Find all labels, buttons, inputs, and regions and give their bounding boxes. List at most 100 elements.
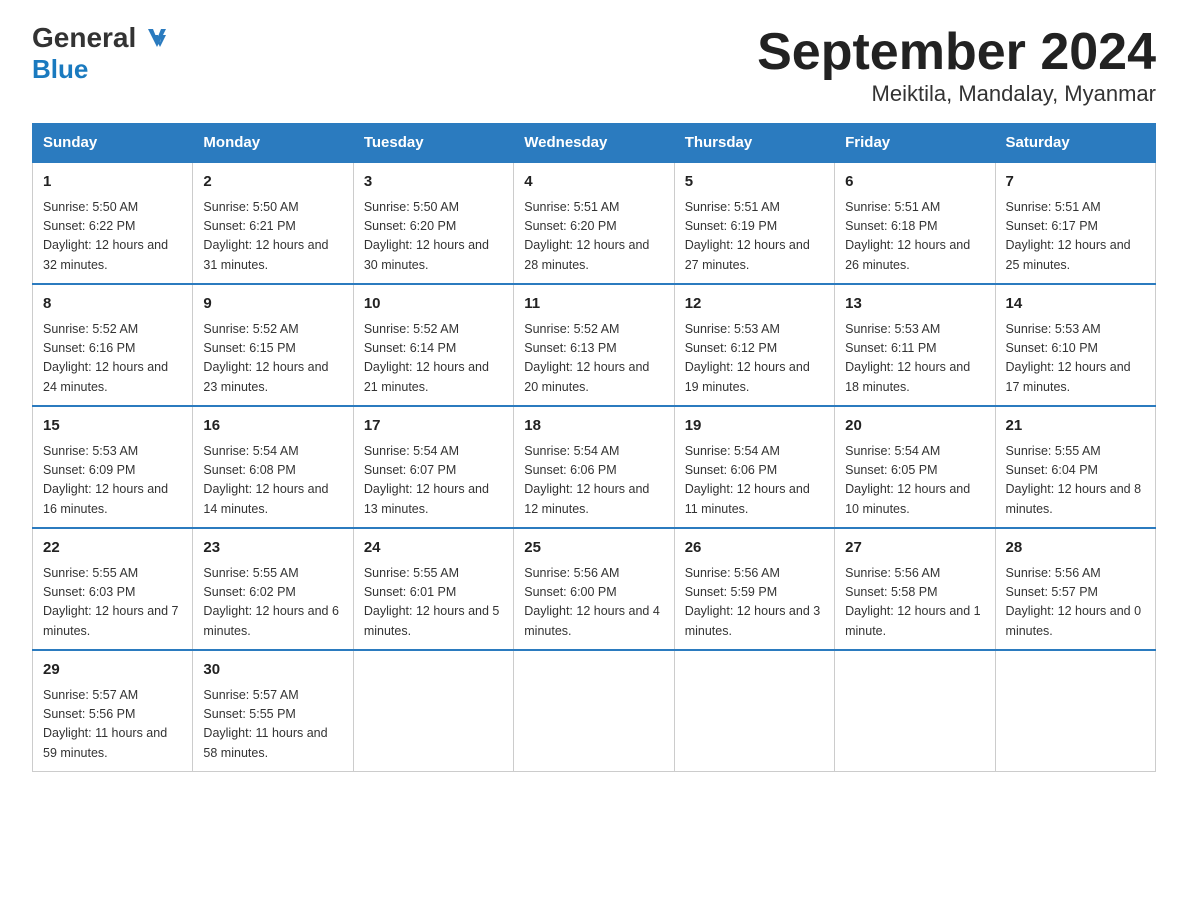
day-info: Sunrise: 5:51 AMSunset: 6:20 PMDaylight:…	[524, 198, 663, 276]
day-number: 13	[845, 293, 984, 316]
day-number: 4	[524, 171, 663, 194]
day-info: Sunrise: 5:56 AMSunset: 5:59 PMDaylight:…	[685, 564, 824, 642]
day-number: 16	[203, 415, 342, 438]
calendar-cell: 6 Sunrise: 5:51 AMSunset: 6:18 PMDaylight…	[835, 162, 995, 284]
day-info: Sunrise: 5:55 AMSunset: 6:01 PMDaylight:…	[364, 564, 503, 642]
day-info: Sunrise: 5:55 AMSunset: 6:02 PMDaylight:…	[203, 564, 342, 642]
day-number: 24	[364, 537, 503, 560]
day-number: 17	[364, 415, 503, 438]
calendar-cell: 9 Sunrise: 5:52 AMSunset: 6:15 PMDaylight…	[193, 284, 353, 406]
calendar-cell	[995, 650, 1155, 772]
day-number: 18	[524, 415, 663, 438]
day-info: Sunrise: 5:53 AMSunset: 6:10 PMDaylight:…	[1006, 320, 1145, 398]
calendar-cell: 22 Sunrise: 5:55 AMSunset: 6:03 PMDayligh…	[33, 528, 193, 650]
day-number: 30	[203, 659, 342, 682]
day-number: 12	[685, 293, 824, 316]
day-number: 5	[685, 171, 824, 194]
calendar-header-row: SundayMondayTuesdayWednesdayThursdayFrid…	[33, 124, 1156, 163]
day-number: 20	[845, 415, 984, 438]
day-header-wednesday: Wednesday	[514, 124, 674, 163]
calendar-cell: 3 Sunrise: 5:50 AMSunset: 6:20 PMDaylight…	[353, 162, 513, 284]
calendar-week-row: 1 Sunrise: 5:50 AMSunset: 6:22 PMDaylight…	[33, 162, 1156, 284]
day-number: 1	[43, 171, 182, 194]
calendar-cell: 15Sunrise: 5:53 AMSunset: 6:09 PMDayligh…	[33, 406, 193, 528]
day-info: Sunrise: 5:50 AMSunset: 6:20 PMDaylight:…	[364, 198, 503, 276]
calendar-subtitle: Meiktila, Mandalay, Myanmar	[757, 81, 1156, 107]
calendar-cell: 17Sunrise: 5:54 AMSunset: 6:07 PMDayligh…	[353, 406, 513, 528]
calendar-cell: 26Sunrise: 5:56 AMSunset: 5:59 PMDayligh…	[674, 528, 834, 650]
day-info: Sunrise: 5:53 AMSunset: 6:11 PMDaylight:…	[845, 320, 984, 398]
calendar-cell: 29 Sunrise: 5:57 AMSunset: 5:56 PMDayligh…	[33, 650, 193, 772]
day-number: 3	[364, 171, 503, 194]
day-header-thursday: Thursday	[674, 124, 834, 163]
day-info: Sunrise: 5:50 AMSunset: 6:22 PMDaylight:…	[43, 198, 182, 276]
day-info: Sunrise: 5:50 AMSunset: 6:21 PMDaylight:…	[203, 198, 342, 276]
day-header-friday: Friday	[835, 124, 995, 163]
calendar-table: SundayMondayTuesdayWednesdayThursdayFrid…	[32, 123, 1156, 772]
day-info: Sunrise: 5:54 AMSunset: 6:06 PMDaylight:…	[524, 442, 663, 520]
day-info: Sunrise: 5:52 AMSunset: 6:14 PMDaylight:…	[364, 320, 503, 398]
day-info: Sunrise: 5:55 AMSunset: 6:03 PMDaylight:…	[43, 564, 182, 642]
day-number: 22	[43, 537, 182, 560]
calendar-cell	[514, 650, 674, 772]
day-info: Sunrise: 5:56 AMSunset: 5:58 PMDaylight:…	[845, 564, 984, 642]
calendar-cell: 12 Sunrise: 5:53 AMSunset: 6:12 PMDayligh…	[674, 284, 834, 406]
day-info: Sunrise: 5:52 AMSunset: 6:16 PMDaylight:…	[43, 320, 182, 398]
calendar-cell: 10 Sunrise: 5:52 AMSunset: 6:14 PMDayligh…	[353, 284, 513, 406]
day-number: 2	[203, 171, 342, 194]
calendar-cell: 5 Sunrise: 5:51 AMSunset: 6:19 PMDaylight…	[674, 162, 834, 284]
day-number: 6	[845, 171, 984, 194]
calendar-cell	[835, 650, 995, 772]
calendar-cell: 14 Sunrise: 5:53 AMSunset: 6:10 PMDayligh…	[995, 284, 1155, 406]
calendar-cell: 16 Sunrise: 5:54 AMSunset: 6:08 PMDayligh…	[193, 406, 353, 528]
day-header-tuesday: Tuesday	[353, 124, 513, 163]
calendar-cell: 25 Sunrise: 5:56 AMSunset: 6:00 PMDayligh…	[514, 528, 674, 650]
logo-icon	[140, 27, 173, 49]
calendar-cell: 8Sunrise: 5:52 AMSunset: 6:16 PMDaylight…	[33, 284, 193, 406]
calendar-week-row: 22 Sunrise: 5:55 AMSunset: 6:03 PMDayligh…	[33, 528, 1156, 650]
day-number: 14	[1006, 293, 1145, 316]
day-number: 21	[1006, 415, 1145, 438]
day-number: 29	[43, 659, 182, 682]
day-info: Sunrise: 5:51 AMSunset: 6:19 PMDaylight:…	[685, 198, 824, 276]
day-info: Sunrise: 5:57 AMSunset: 5:56 PMDaylight:…	[43, 686, 182, 764]
day-number: 9	[203, 293, 342, 316]
logo: General Blue	[32, 24, 173, 85]
calendar-week-row: 29 Sunrise: 5:57 AMSunset: 5:56 PMDayligh…	[33, 650, 1156, 772]
day-header-sunday: Sunday	[33, 124, 193, 163]
calendar-week-row: 15Sunrise: 5:53 AMSunset: 6:09 PMDayligh…	[33, 406, 1156, 528]
logo-blue-text: Blue	[32, 54, 88, 84]
title-area: September 2024 Meiktila, Mandalay, Myanm…	[757, 24, 1156, 107]
logo-general-text: General	[32, 24, 136, 52]
calendar-title: September 2024	[757, 24, 1156, 81]
calendar-cell: 4 Sunrise: 5:51 AMSunset: 6:20 PMDaylight…	[514, 162, 674, 284]
day-number: 25	[524, 537, 663, 560]
day-info: Sunrise: 5:51 AMSunset: 6:18 PMDaylight:…	[845, 198, 984, 276]
day-info: Sunrise: 5:51 AMSunset: 6:17 PMDaylight:…	[1006, 198, 1145, 276]
calendar-cell: 1 Sunrise: 5:50 AMSunset: 6:22 PMDaylight…	[33, 162, 193, 284]
calendar-cell: 19Sunrise: 5:54 AMSunset: 6:06 PMDayligh…	[674, 406, 834, 528]
day-info: Sunrise: 5:54 AMSunset: 6:06 PMDaylight:…	[685, 442, 824, 520]
day-number: 11	[524, 293, 663, 316]
calendar-week-row: 8Sunrise: 5:52 AMSunset: 6:16 PMDaylight…	[33, 284, 1156, 406]
calendar-cell: 23Sunrise: 5:55 AMSunset: 6:02 PMDayligh…	[193, 528, 353, 650]
calendar-cell: 20 Sunrise: 5:54 AMSunset: 6:05 PMDayligh…	[835, 406, 995, 528]
day-header-monday: Monday	[193, 124, 353, 163]
day-info: Sunrise: 5:56 AMSunset: 6:00 PMDaylight:…	[524, 564, 663, 642]
calendar-cell: 21Sunrise: 5:55 AMSunset: 6:04 PMDayligh…	[995, 406, 1155, 528]
day-info: Sunrise: 5:54 AMSunset: 6:05 PMDaylight:…	[845, 442, 984, 520]
calendar-cell: 28Sunrise: 5:56 AMSunset: 5:57 PMDayligh…	[995, 528, 1155, 650]
day-info: Sunrise: 5:52 AMSunset: 6:15 PMDaylight:…	[203, 320, 342, 398]
day-number: 28	[1006, 537, 1145, 560]
day-number: 10	[364, 293, 503, 316]
page-header: General Blue September 2024 Meiktila, Ma…	[32, 24, 1156, 107]
calendar-cell: 18 Sunrise: 5:54 AMSunset: 6:06 PMDayligh…	[514, 406, 674, 528]
day-info: Sunrise: 5:54 AMSunset: 6:08 PMDaylight:…	[203, 442, 342, 520]
day-info: Sunrise: 5:52 AMSunset: 6:13 PMDaylight:…	[524, 320, 663, 398]
calendar-cell: 2 Sunrise: 5:50 AMSunset: 6:21 PMDaylight…	[193, 162, 353, 284]
calendar-cell: 13 Sunrise: 5:53 AMSunset: 6:11 PMDayligh…	[835, 284, 995, 406]
calendar-cell: 27 Sunrise: 5:56 AMSunset: 5:58 PMDayligh…	[835, 528, 995, 650]
day-number: 27	[845, 537, 984, 560]
day-info: Sunrise: 5:53 AMSunset: 6:12 PMDaylight:…	[685, 320, 824, 398]
day-number: 15	[43, 415, 182, 438]
